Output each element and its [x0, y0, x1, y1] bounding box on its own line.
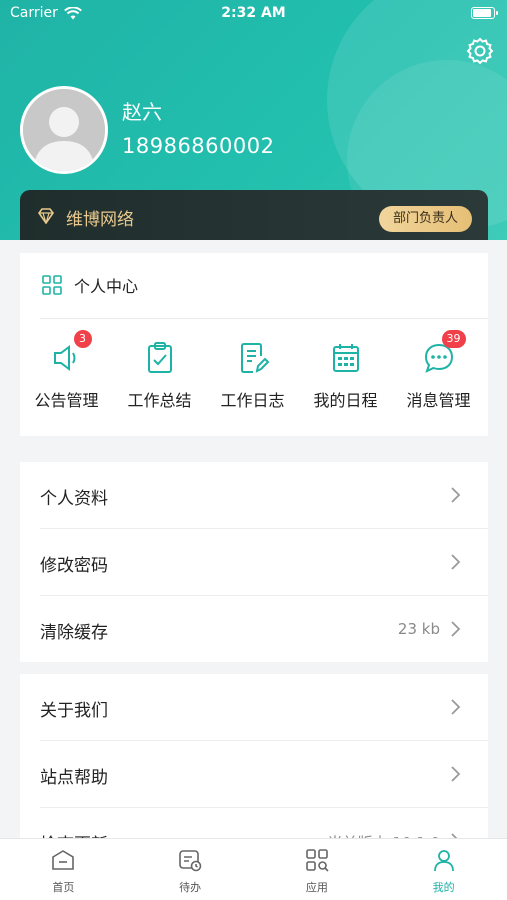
menu-row-clear-cache[interactable]: 清除缓存 23 kb [20, 596, 488, 663]
clock: 2:32 AM [221, 5, 286, 21]
quick-item-schedule[interactable]: 我的日程 [299, 341, 392, 411]
chevron-right-icon [451, 766, 461, 782]
menu-row-label: 站点帮助 [40, 768, 108, 788]
menu-row-label: 修改密码 [40, 556, 108, 576]
quick-item-messages[interactable]: 39 消息管理 [392, 330, 485, 411]
calendar-icon [332, 344, 359, 372]
quick-item-label: 消息管理 [406, 391, 471, 410]
home-icon [52, 850, 75, 870]
menu-row-about-us[interactable]: 关于我们 [20, 674, 488, 741]
grid-icon [42, 275, 62, 295]
tab-todo[interactable]: 待办 [127, 839, 254, 900]
menu-row-label: 关于我们 [40, 701, 108, 721]
organization-bar: 维博网络 部门负责人 [20, 190, 488, 240]
quick-item-work-summary[interactable]: 工作总结 [113, 341, 206, 411]
user-silhouette-icon [23, 89, 105, 171]
apps-icon [306, 849, 329, 872]
chevron-right-icon [451, 487, 461, 503]
clipboard-check-icon [147, 342, 172, 373]
tab-label: 待办 [179, 881, 202, 894]
todo-icon [179, 850, 202, 872]
tab-label: 应用 [305, 881, 328, 894]
status-bar: Carrier 2:32 AM [0, 0, 507, 28]
tab-mine[interactable]: 我的 [380, 839, 507, 900]
tab-label: 首页 [52, 881, 75, 894]
personal-center-card: 个人中心 3 公告管理 工作总结 工作日志 我的日程 39 消息管理 [20, 253, 488, 436]
quick-item-label: 我的日程 [313, 391, 378, 410]
unread-badge: 39 [441, 330, 466, 348]
quick-item-work-log[interactable]: 工作日志 [206, 341, 299, 411]
battery-icon [471, 7, 498, 19]
chevron-right-icon [451, 621, 461, 637]
divider [40, 318, 488, 319]
avatar[interactable] [20, 86, 108, 174]
menu-row-site-help[interactable]: 站点帮助 [20, 741, 488, 808]
menu-row-label: 清除缓存 [40, 623, 108, 643]
user-phone: 18986860002 [122, 134, 275, 158]
edit-document-icon [240, 343, 269, 373]
unread-badge: 3 [73, 330, 92, 348]
menu-row-change-password[interactable]: 修改密码 [20, 529, 488, 596]
organization-name: 维博网络 [66, 210, 134, 230]
chevron-right-icon [451, 554, 461, 570]
quick-item-label: 公告管理 [34, 391, 99, 410]
quick-item-label: 工作日志 [220, 391, 285, 410]
user-name: 赵六 [122, 100, 162, 124]
tab-home[interactable]: 首页 [0, 839, 127, 900]
user-icon [433, 850, 454, 872]
bottom-tab-bar: 首页 待办 应用 我的 [0, 838, 507, 900]
settings-group-account: 个人资料 修改密码 清除缓存 23 kb [20, 462, 488, 662]
personal-center-header: 个人中心 [42, 273, 138, 297]
quick-item-announcements[interactable]: 3 公告管理 [20, 330, 113, 411]
settings-group-about: 关于我们 站点帮助 检查更新 当前版本 10.1.0 [20, 674, 488, 854]
cache-size-value: 23 kb [397, 620, 440, 638]
settings-gear-icon[interactable] [465, 36, 495, 66]
tab-apps[interactable]: 应用 [254, 839, 381, 900]
diamond-icon [38, 208, 54, 224]
tab-label: 我的 [432, 881, 455, 894]
quick-item-label: 工作总结 [127, 391, 192, 410]
role-badge: 部门负责人 [378, 206, 472, 232]
personal-center-title: 个人中心 [74, 277, 139, 296]
chevron-right-icon [451, 699, 461, 715]
menu-row-profile[interactable]: 个人资料 [20, 462, 488, 529]
menu-row-label: 个人资料 [40, 489, 108, 509]
